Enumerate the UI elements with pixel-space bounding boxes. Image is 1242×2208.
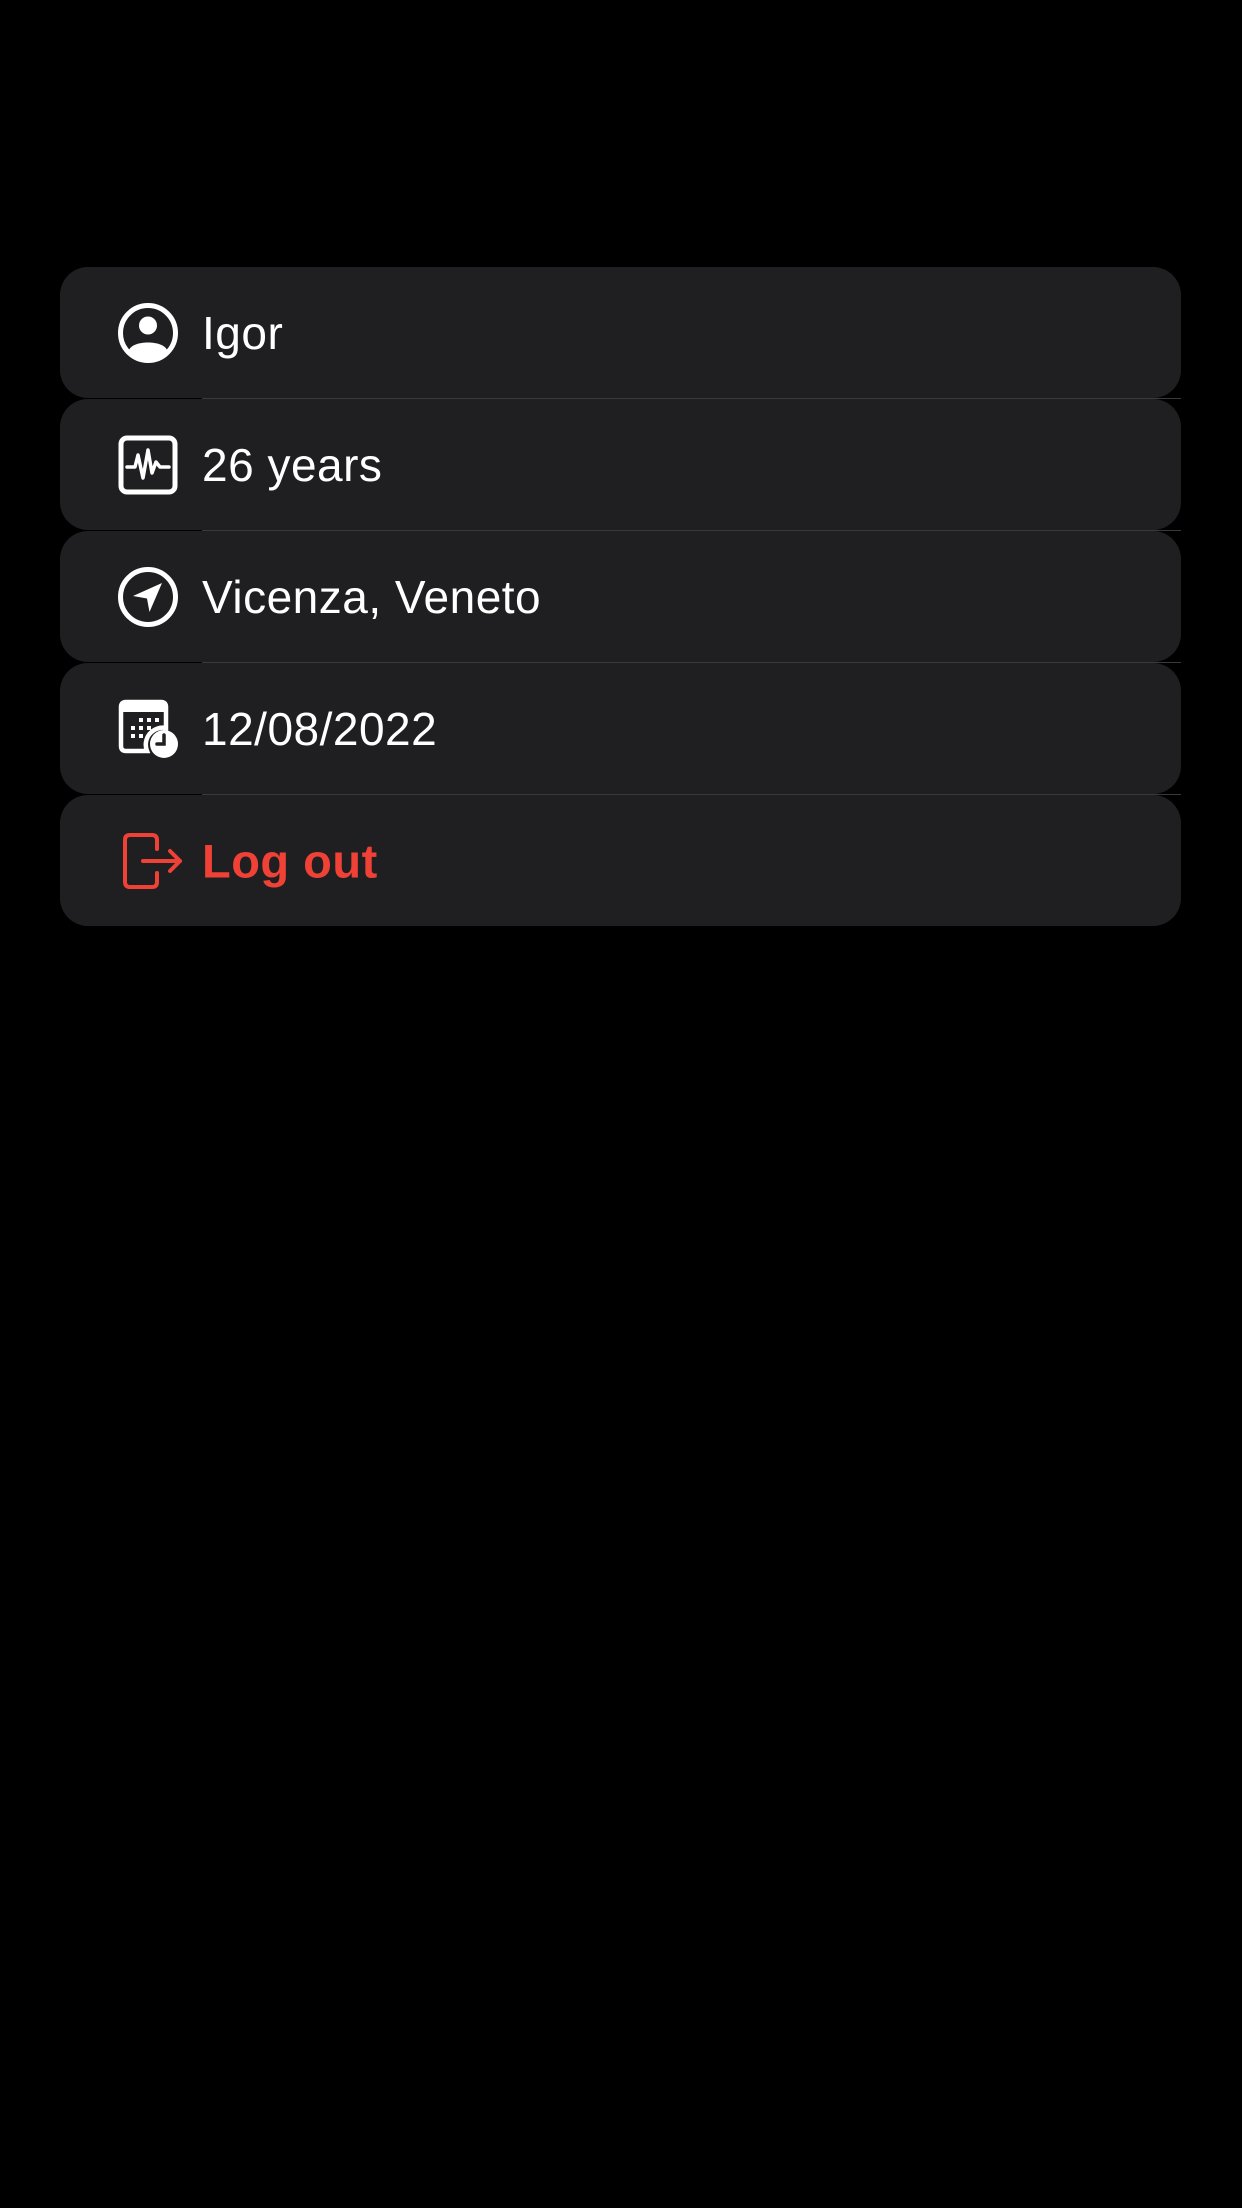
- profile-name: Igor: [202, 307, 284, 359]
- profile-location: Vicenza, Veneto: [202, 571, 542, 623]
- row-divider: [202, 398, 1181, 399]
- location-arrow-icon: [118, 567, 178, 627]
- logout-label: Log out: [202, 834, 378, 888]
- person-circle-icon: [118, 303, 178, 363]
- row-divider: [202, 794, 1181, 795]
- profile-age: 26 years: [202, 439, 383, 491]
- row-divider: [202, 530, 1181, 531]
- calendar-clock-icon: [118, 699, 178, 758]
- profile-date: 12/08/2022: [202, 703, 438, 755]
- row-divider: [202, 662, 1181, 663]
- logout-arrow-icon: [123, 833, 182, 889]
- waveform-monitor-icon: [118, 435, 178, 495]
